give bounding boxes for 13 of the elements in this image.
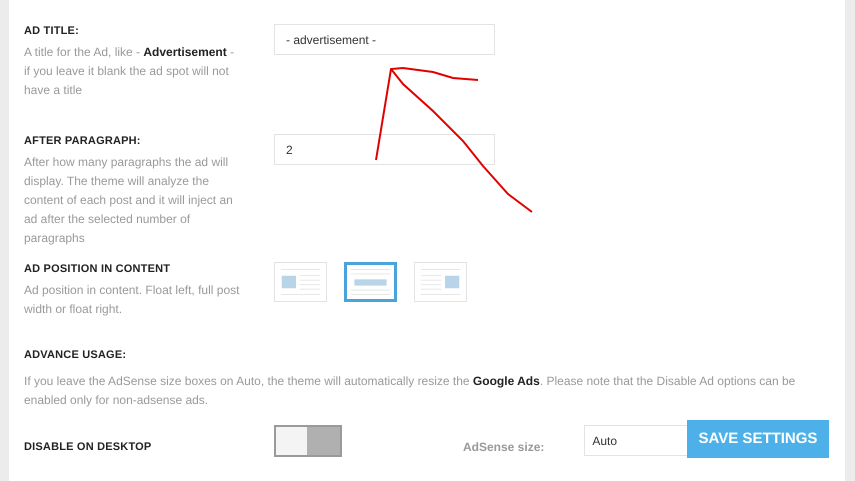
adsense-size-label: AdSense size: [463,439,544,456]
setting-description: If you leave the AdSense size boxes on Auto, the theme will automatically resize the Google Ads. Please note that the Disable Ad options can be enabled only for non-adsense ads. [24,373,796,409]
ad-title-field[interactable]: - advertisement - [274,24,495,55]
after-paragraph-field[interactable]: 2 [274,134,495,165]
setting-label: AFTER PARAGRAPH: [24,134,142,148]
setting-label: AD TITLE: [24,24,80,38]
adsense-size-field[interactable]: Auto [584,425,688,456]
setting-description: Ad position in content. Float left, full post width or float right. [24,282,240,318]
setting-description: A title for the Ad, like - Advertisement - if you leave it blank the ad spot will not have a title [24,44,236,99]
setting-label: AD POSITION IN CONTENT [24,262,172,276]
setting-label: DISABLE ON DESKTOP [24,440,152,454]
setting-label: ADVANCE USAGE: [24,348,128,362]
setting-description: After how many paragraphs the ad will display. The theme will analyze the content of each post and it will inject an ad after the selected number of paragraphs [24,154,234,247]
